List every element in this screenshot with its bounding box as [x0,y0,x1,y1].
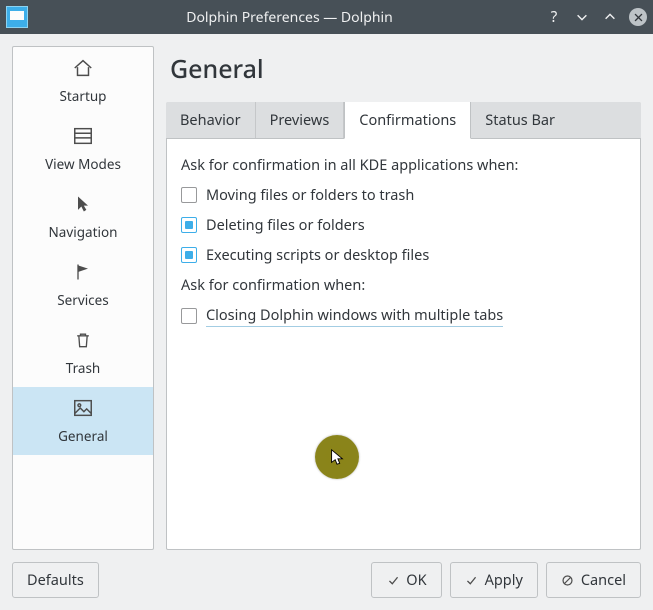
sidebar-item-navigation[interactable]: Navigation [13,183,153,251]
button-label: Cancel [581,570,626,590]
sidebar: Startup View Modes Navigation Services T [12,46,154,550]
checkbox-row-delete[interactable]: Deleting files or folders [181,215,626,235]
tab-confirmations[interactable]: Confirmations [344,102,471,139]
checkbox-label: Executing scripts or desktop files [206,245,429,265]
page-title: General [170,52,641,86]
checkbox-label: Deleting files or folders [206,215,365,235]
sidebar-label: View Modes [45,155,121,173]
sidebar-item-startup[interactable]: Startup [13,47,153,115]
trash-icon [70,327,96,353]
sidebar-label: Services [57,291,109,309]
checkbox-row-scripts[interactable]: Executing scripts or desktop files [181,245,626,265]
checkbox-row-trash[interactable]: Moving files or folders to trash [181,185,626,205]
prompt-local: Ask for confirmation when: [181,275,626,295]
title-bar: Dolphin Preferences — Dolphin ? [0,0,653,34]
button-label: OK [406,570,426,590]
window-title: Dolphin Preferences — Dolphin [34,8,545,27]
button-label: Defaults [27,570,84,590]
sidebar-label: Startup [60,87,107,105]
help-button[interactable]: ? [545,8,563,26]
minimize-button[interactable] [573,8,591,26]
sidebar-item-viewmodes[interactable]: View Modes [13,115,153,183]
check-icon [386,573,400,587]
checkbox[interactable] [181,308,197,324]
tab-statusbar[interactable]: Status Bar [471,102,641,138]
cursor-indicator [315,435,359,479]
footer: Defaults OK Apply Cancel [0,550,653,610]
prompt-global: Ask for confirmation in all KDE applicat… [181,155,626,175]
checkbox[interactable] [181,247,197,263]
tab-content: Ask for confirmation in all KDE applicat… [166,139,641,550]
home-icon [70,55,96,81]
window-controls: ? [545,8,647,26]
sidebar-label: General [58,427,108,445]
maximize-button[interactable] [601,8,619,26]
tab-bar: Behavior Previews Confirmations Status B… [166,102,641,139]
checkbox-row-closetabs[interactable]: Closing Dolphin windows with multiple ta… [181,305,626,327]
app-icon [6,6,28,28]
cursor-arrow-icon [70,191,96,217]
tab-previews[interactable]: Previews [256,102,345,138]
sidebar-item-general[interactable]: General [13,387,153,455]
checkbox[interactable] [181,187,197,203]
image-icon [70,395,96,421]
checkbox[interactable] [181,217,197,233]
sidebar-item-services[interactable]: Services [13,251,153,319]
button-label: Apply [485,570,523,590]
sidebar-item-trash[interactable]: Trash [13,319,153,387]
cancel-button[interactable]: Cancel [546,562,641,598]
close-button[interactable] [629,8,647,26]
sidebar-label: Navigation [49,223,118,241]
checkbox-label: Closing Dolphin windows with multiple ta… [206,305,503,327]
ok-button[interactable]: OK [371,562,441,598]
flag-icon [70,259,96,285]
check-icon [465,573,479,587]
apply-button[interactable]: Apply [450,562,538,598]
sidebar-label: Trash [66,359,101,377]
tab-behavior[interactable]: Behavior [166,102,256,138]
defaults-button[interactable]: Defaults [12,562,99,598]
checkbox-label: Moving files or folders to trash [206,185,414,205]
cancel-icon [561,573,575,587]
list-icon [70,123,96,149]
main-panel: General Behavior Previews Confirmations … [166,46,641,550]
